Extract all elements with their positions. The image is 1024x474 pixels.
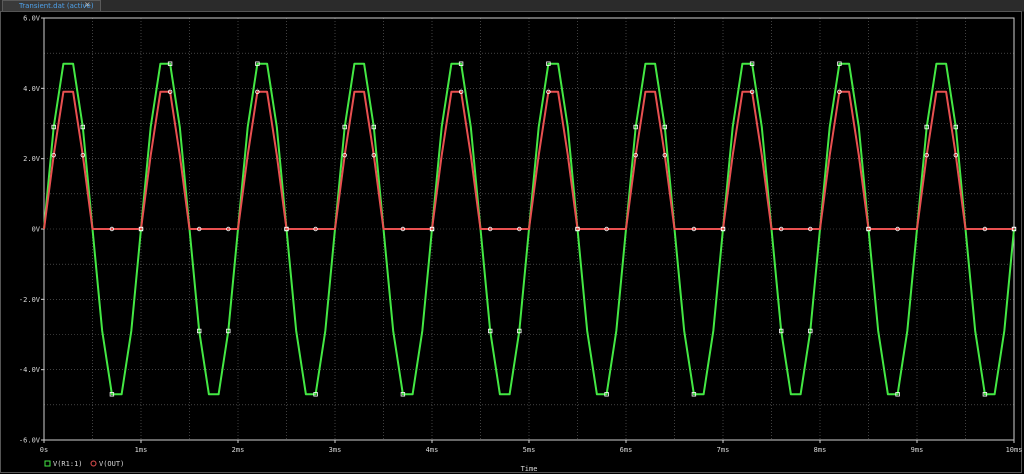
y-tick-label: 4.0V [23,85,41,93]
legend-swatch [44,460,51,467]
series-line-1 [43,90,1014,230]
x-tick-label: 5ms [523,446,536,454]
legend: V(R1:1) V(OUT) [44,460,124,468]
x-tick-label: 1ms [135,446,148,454]
waveform-plot[interactable]: 6.0V 4.0V 2.0V 0V -2.0V -4.0V -6.0V 0s 1ms 2ms 3m… [0,0,1024,474]
x-tick-label: 8ms [814,446,827,454]
legend-entry-label: V(OUT) [99,460,124,468]
x-axis-label: Time [521,465,538,473]
y-tick-label: -4.0V [19,366,41,374]
x-tick-label: 9ms [911,446,924,454]
y-axis-ticks: 6.0V 4.0V 2.0V 0V -2.0V -4.0V -6.0V [19,15,44,445]
legend-entry-label: V(R1:1) [53,460,83,468]
x-tick-label: 4ms [426,446,439,454]
y-tick-label: -6.0V [19,437,41,445]
x-axis-ticks: 0s 1ms 2ms 3ms 4ms 5ms 6ms 7ms 8ms 9ms 10ms [40,440,1023,454]
x-tick-label: 10ms [1006,446,1023,454]
legend-swatch [90,460,97,467]
x-tick-label: 0s [40,446,48,454]
x-tick-label: 3ms [329,446,342,454]
x-tick-label: 2ms [232,446,245,454]
y-tick-label: 6.0V [23,15,41,23]
y-tick-label: -2.0V [19,296,41,304]
y-tick-label: 0V [32,226,41,234]
x-tick-label: 7ms [717,446,730,454]
y-tick-label: 2.0V [23,155,41,163]
x-tick-label: 6ms [620,446,633,454]
